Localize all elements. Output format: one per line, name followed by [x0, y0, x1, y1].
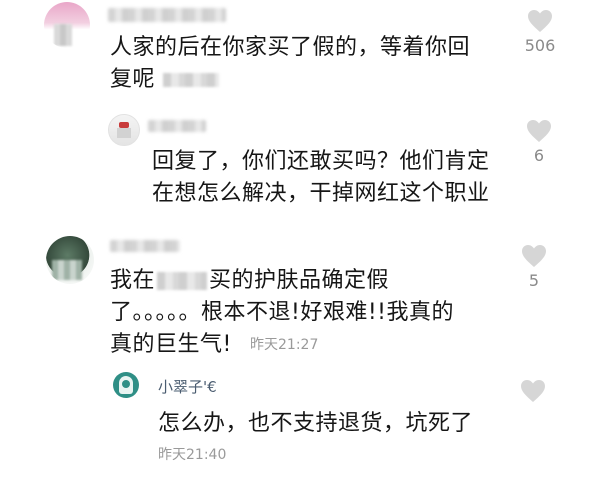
heart-outline-icon [527, 120, 551, 142]
heart-outline-icon [528, 10, 552, 32]
comment-text: 回复了，你们还敢买吗？他们肯定 在想怎么解决，干掉网红这个职业 [152, 146, 490, 210]
avatar-detail [122, 380, 130, 388]
comment-line: 买的护肤品确定假 [209, 268, 390, 293]
username[interactable]: 小翠子'€ [158, 376, 217, 397]
pixelated-text [157, 272, 208, 290]
like-button[interactable]: 6 [519, 118, 559, 165]
avatar-detail [117, 128, 131, 138]
like-count: 6 [533, 146, 545, 165]
avatar[interactable] [46, 236, 94, 284]
avatar-mosaic [54, 24, 72, 46]
like-button[interactable]: 506 [520, 8, 560, 55]
comment-line: 在想怎么解决，干掉网红这个职业 [152, 181, 490, 206]
timestamp: 昨天21:27 [250, 337, 319, 353]
like-button[interactable] [513, 378, 553, 404]
comment-line: 了。。。。。根本不退!好艰难!!我真的 [110, 300, 454, 325]
avatar-mosaic [52, 260, 82, 280]
pixelated-timestamp [163, 73, 220, 87]
username-blurred[interactable] [148, 120, 206, 132]
username-blurred[interactable] [110, 240, 180, 252]
comment-text: 怎么办，也不支持退货，坑死了 [158, 411, 474, 436]
comment-line: 我在 [110, 268, 156, 293]
avatar[interactable] [113, 372, 139, 398]
comment-line: 回复了，你们还敢买吗？他们肯定 [152, 149, 490, 174]
comment-line: 人家的后在你家买了假的，等着你回 [110, 35, 471, 60]
heart-outline-icon [521, 380, 545, 402]
like-button[interactable]: 5 [514, 243, 554, 290]
comment-line: 真的巨生气! [110, 332, 232, 357]
like-count: 5 [528, 271, 540, 290]
like-count: 506 [524, 36, 556, 55]
username-blurred[interactable] [108, 8, 226, 22]
comment-text: 人家的后在你家买了假的，等着你回 复呢 [110, 32, 470, 96]
avatar[interactable] [44, 2, 90, 48]
timestamp: 昨天21:40 [158, 447, 227, 463]
comment-line: 复呢 [110, 67, 156, 92]
avatar[interactable] [108, 114, 140, 146]
heart-outline-icon [522, 245, 546, 267]
